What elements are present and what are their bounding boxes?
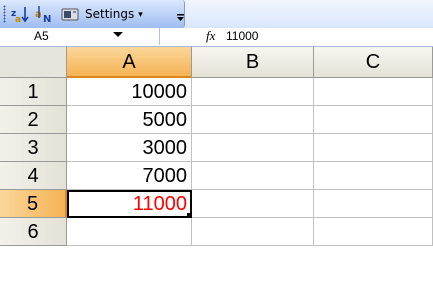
formula-input[interactable]: 11000 — [226, 29, 258, 43]
camera-icon — [61, 8, 79, 21]
cell-c2[interactable] — [314, 106, 433, 134]
row-header-1[interactable]: 1 — [0, 78, 67, 106]
camera-button[interactable] — [60, 4, 80, 24]
fill-handle[interactable] — [187, 213, 191, 217]
row-header-3[interactable]: 3 — [0, 134, 67, 162]
cell-a2[interactable]: 5000 — [67, 106, 192, 134]
cell-b2[interactable] — [192, 106, 314, 134]
cell-a6[interactable] — [67, 218, 192, 246]
sort-ascending-icon: z a — [11, 7, 29, 24]
cell-b5[interactable] — [192, 190, 314, 218]
toolbar: z a a N Settings ▾ — [0, 0, 433, 29]
chevron-down-icon: ▾ — [138, 8, 143, 19]
cell-a1[interactable]: 10000 — [67, 78, 192, 106]
name-box[interactable]: A5 — [0, 28, 160, 45]
cell-c1[interactable] — [314, 78, 433, 106]
table-row: 4 7000 — [0, 162, 433, 190]
table-row: 1 10000 — [0, 78, 433, 106]
cell-c4[interactable] — [314, 162, 433, 190]
name-box-dropdown-icon[interactable] — [113, 32, 123, 37]
column-header-c[interactable]: C — [314, 47, 433, 78]
cell-c6[interactable] — [314, 218, 433, 246]
table-row: 5 11000 — [0, 190, 433, 218]
row-header-4[interactable]: 4 — [0, 162, 67, 190]
cell-b4[interactable] — [192, 162, 314, 190]
cell-a5[interactable]: 11000 — [67, 190, 192, 218]
formula-bar: A5 fx 11000 — [0, 28, 433, 47]
sort-numeric-icon: a N — [35, 6, 51, 24]
name-box-value[interactable]: A5 — [34, 29, 49, 43]
spreadsheet-grid: A B C 1 10000 2 5000 3 3000 4 7000 5 110… — [0, 47, 433, 246]
select-all-corner[interactable] — [0, 47, 67, 78]
column-header-a[interactable]: A — [67, 47, 192, 78]
table-row: 3 3000 — [0, 134, 433, 162]
toolbar-options-button[interactable] — [176, 6, 184, 22]
sort-numeric-button[interactable]: a N — [34, 4, 56, 24]
row-header-6[interactable]: 6 — [0, 218, 67, 246]
cell-b1[interactable] — [192, 78, 314, 106]
cell-b3[interactable] — [192, 134, 314, 162]
cell-a5-value: 11000 — [132, 193, 187, 215]
cell-a3[interactable]: 3000 — [67, 134, 192, 162]
settings-menu-button[interactable]: Settings ▾ — [85, 4, 143, 24]
settings-label: Settings — [85, 7, 135, 21]
column-header-row: A B C — [0, 47, 433, 78]
column-header-b[interactable]: B — [192, 47, 314, 78]
svg-text:a: a — [15, 15, 21, 24]
table-row: 2 5000 — [0, 106, 433, 134]
cell-b6[interactable] — [192, 218, 314, 246]
cell-c3[interactable] — [314, 134, 433, 162]
toolbar-strip: z a a N Settings ▾ — [0, 0, 185, 28]
sort-ascending-button[interactable]: z a — [10, 4, 32, 24]
row-header-2[interactable]: 2 — [0, 106, 67, 134]
cell-a4[interactable]: 7000 — [67, 162, 192, 190]
svg-text:N: N — [43, 14, 51, 24]
cell-c5[interactable] — [314, 190, 433, 218]
insert-function-icon[interactable]: fx — [206, 28, 215, 44]
toolbar-options-icon — [176, 14, 184, 21]
row-header-5[interactable]: 5 — [0, 190, 67, 218]
table-row: 6 — [0, 218, 433, 246]
toolbar-grip[interactable] — [3, 5, 6, 23]
